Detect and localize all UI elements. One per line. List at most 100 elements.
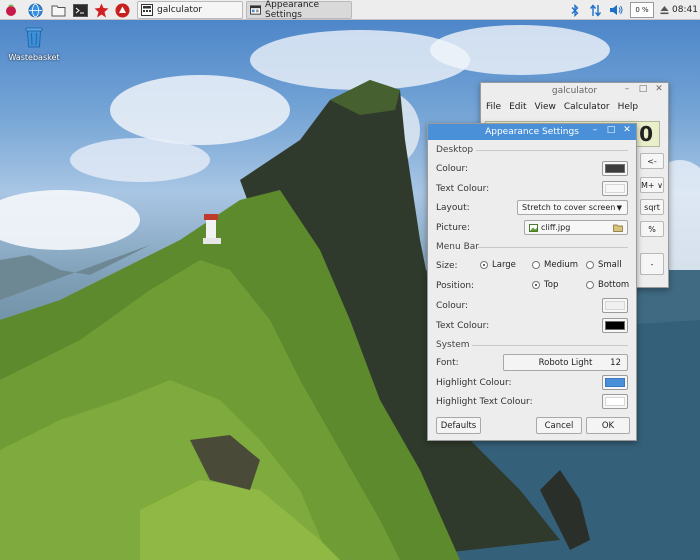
layout-value: Stretch to cover screen bbox=[522, 203, 616, 212]
galculator-menubar: File Edit View Calculator Help bbox=[481, 99, 668, 115]
volume-icon[interactable] bbox=[607, 2, 625, 18]
menubar-text-colour-button[interactable] bbox=[602, 318, 628, 333]
size-medium-radio[interactable]: Medium bbox=[532, 260, 578, 270]
display-value: 0 bbox=[639, 122, 653, 146]
maximize-icon[interactable]: □ bbox=[638, 84, 648, 94]
radio-selected-icon bbox=[480, 261, 488, 269]
minus-button[interactable]: - bbox=[640, 253, 664, 275]
clock[interactable]: 08:41 bbox=[672, 2, 698, 18]
radio-label: Large bbox=[492, 260, 516, 270]
task-label: galculator bbox=[157, 5, 203, 15]
appearance-body: Desktop Colour: Text Colour: Layout: Str… bbox=[428, 140, 636, 442]
taskbar: galculator Appearance Settings 0 % 08:41 bbox=[0, 0, 700, 20]
terminal-icon[interactable] bbox=[72, 2, 88, 18]
radio-label: Top bbox=[544, 280, 559, 290]
section-menubar-heading: Menu Bar bbox=[436, 242, 479, 252]
radio-unselected-icon bbox=[532, 261, 540, 269]
task-galculator[interactable]: galculator bbox=[137, 1, 243, 19]
eject-icon[interactable] bbox=[658, 2, 670, 18]
menu-view[interactable]: View bbox=[535, 102, 556, 112]
section-system-heading: System bbox=[436, 340, 470, 350]
radio-selected-icon bbox=[532, 281, 540, 289]
desktop-colour-label: Colour: bbox=[436, 164, 469, 174]
wastebasket-desktop-icon[interactable]: Wastebasket bbox=[8, 26, 60, 62]
calculator-icon bbox=[141, 4, 153, 16]
desktop-colour-swatch bbox=[605, 164, 625, 173]
highlight-colour-label: Highlight Colour: bbox=[436, 378, 512, 388]
folder-icon bbox=[613, 224, 623, 232]
section-divider bbox=[476, 150, 628, 151]
clock-time: 08:41 bbox=[672, 5, 698, 15]
picture-label: Picture: bbox=[436, 223, 470, 233]
section-desktop-heading: Desktop bbox=[436, 145, 474, 155]
font-name: Roboto Light bbox=[538, 357, 593, 368]
radio-label: Medium bbox=[544, 260, 578, 270]
minimize-icon[interactable]: – bbox=[622, 84, 632, 94]
desktop-text-colour-swatch bbox=[605, 184, 625, 193]
highlight-text-colour-button[interactable] bbox=[602, 394, 628, 409]
network-icon[interactable] bbox=[587, 2, 603, 18]
web-browser-icon[interactable] bbox=[27, 2, 43, 18]
image-file-icon bbox=[529, 223, 538, 232]
memory-add-button[interactable]: M+ ∨ bbox=[640, 177, 664, 193]
menu-help[interactable]: Help bbox=[618, 102, 639, 112]
size-large-radio[interactable]: Large bbox=[480, 260, 516, 270]
radio-unselected-icon bbox=[586, 261, 594, 269]
position-label: Position: bbox=[436, 281, 475, 291]
cpu-monitor[interactable]: 0 % bbox=[630, 2, 654, 18]
sqrt-button[interactable]: sqrt bbox=[640, 199, 664, 215]
position-top-radio[interactable]: Top bbox=[532, 280, 558, 290]
bluetooth-icon[interactable] bbox=[569, 2, 581, 18]
font-label: Font: bbox=[436, 358, 459, 368]
backspace-button[interactable]: <- bbox=[640, 153, 664, 169]
appearance-settings-icon bbox=[250, 5, 261, 15]
menubar-colour-button[interactable] bbox=[602, 298, 628, 313]
file-manager-icon[interactable] bbox=[50, 2, 66, 18]
menu-edit[interactable]: Edit bbox=[509, 102, 526, 112]
window-title: galculator bbox=[551, 86, 598, 96]
menubar-text-colour-swatch bbox=[605, 321, 625, 330]
minimize-icon[interactable]: – bbox=[590, 125, 600, 135]
picture-file-chooser[interactable]: cliff.jpg bbox=[524, 220, 628, 235]
maximize-icon[interactable]: □ bbox=[606, 125, 616, 135]
position-bottom-radio[interactable]: Bottom bbox=[586, 280, 629, 290]
mathematica-icon[interactable] bbox=[93, 2, 109, 18]
wastebasket-label: Wastebasket bbox=[8, 53, 60, 62]
trash-icon bbox=[25, 27, 43, 48]
section-divider bbox=[472, 345, 628, 346]
close-icon[interactable]: ✕ bbox=[654, 84, 664, 94]
radio-unselected-icon bbox=[586, 281, 594, 289]
menu-calculator[interactable]: Calculator bbox=[564, 102, 610, 112]
layout-label: Layout: bbox=[436, 203, 470, 213]
font-button[interactable]: Roboto Light 12 bbox=[503, 354, 628, 371]
menubar-colour-label: Colour: bbox=[436, 301, 469, 311]
percent-button[interactable]: % bbox=[640, 221, 664, 237]
appearance-titlebar[interactable]: Appearance Settings – □ ✕ bbox=[428, 124, 636, 140]
highlight-colour-button[interactable] bbox=[602, 375, 628, 390]
wolfram-icon[interactable] bbox=[114, 2, 130, 18]
raspberry-menu-icon[interactable] bbox=[3, 2, 19, 18]
desktop-text-colour-label: Text Colour: bbox=[436, 184, 490, 194]
highlight-text-colour-label: Highlight Text Colour: bbox=[436, 397, 533, 407]
defaults-button[interactable]: Defaults bbox=[436, 417, 481, 434]
dropdown-arrow-icon: ▼ bbox=[616, 203, 622, 212]
menubar-colour-swatch bbox=[605, 301, 625, 310]
appearance-settings-window: Appearance Settings – □ ✕ Desktop Colour… bbox=[427, 123, 637, 441]
radio-label: Bottom bbox=[598, 280, 630, 290]
highlight-colour-swatch bbox=[605, 378, 625, 387]
window-title: Appearance Settings bbox=[485, 127, 579, 137]
cancel-button[interactable]: Cancel bbox=[536, 417, 582, 434]
layout-dropdown[interactable]: Stretch to cover screen ▼ bbox=[517, 200, 628, 215]
close-icon[interactable]: ✕ bbox=[622, 125, 632, 135]
task-appearance-settings[interactable]: Appearance Settings bbox=[246, 0, 352, 20]
ok-button[interactable]: OK bbox=[586, 417, 630, 434]
menu-file[interactable]: File bbox=[486, 102, 501, 112]
size-small-radio[interactable]: Small bbox=[586, 260, 622, 270]
size-label: Size: bbox=[436, 261, 458, 271]
galculator-titlebar[interactable]: galculator – □ ✕ bbox=[481, 83, 668, 99]
task-label: Appearance Settings bbox=[265, 0, 320, 20]
desktop-colour-button[interactable] bbox=[602, 161, 628, 176]
highlight-text-colour-swatch bbox=[605, 397, 625, 406]
menubar-text-colour-label: Text Colour: bbox=[436, 321, 490, 331]
desktop-text-colour-button[interactable] bbox=[602, 181, 628, 196]
